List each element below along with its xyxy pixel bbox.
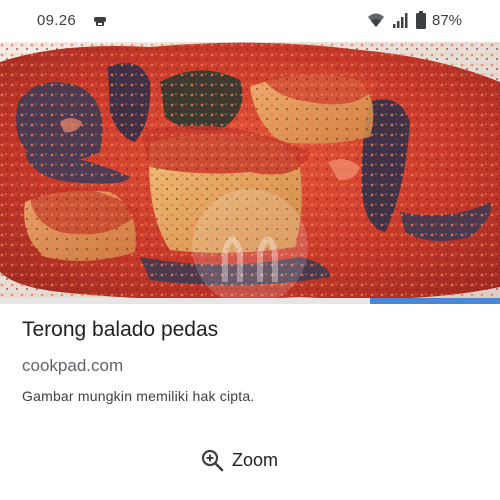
status-bar: 09.26 87% <box>0 0 500 42</box>
result-image[interactable] <box>0 42 500 302</box>
notification-icon <box>94 17 106 26</box>
image-load-progress <box>0 298 500 304</box>
battery-icon <box>416 11 426 29</box>
zoom-label: Zoom <box>232 449 279 470</box>
signal-icon <box>393 13 408 28</box>
result-title[interactable]: Terong balado pedas <box>22 318 218 342</box>
zoom-button[interactable]: Zoom <box>200 440 300 480</box>
result-source[interactable]: cookpad.com <box>22 356 123 376</box>
battery-percentage: 87% <box>432 12 463 29</box>
progress-fill <box>370 298 500 304</box>
dish-photo <box>0 42 500 302</box>
wifi-icon <box>368 13 384 27</box>
copyright-notice: Gambar mungkin memiliki hak cipta. <box>22 388 255 404</box>
status-time: 09.26 <box>37 12 77 29</box>
zoom-in-icon <box>201 449 224 472</box>
cookpad-logo-icon <box>192 189 308 302</box>
